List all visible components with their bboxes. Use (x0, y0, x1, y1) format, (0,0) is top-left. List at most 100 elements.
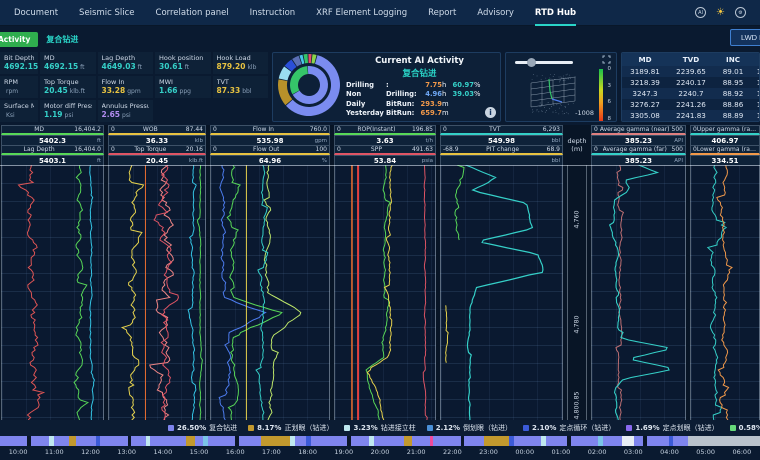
timeline-segment (374, 436, 405, 446)
legend-item: 8.17% 正划眼（钻进） (248, 423, 333, 433)
table-row: 3333.38 2242.37 88.92 1 (622, 121, 759, 122)
top-nav: Document Seismic Slice Correlation panel In… (0, 0, 760, 26)
time-axis: 10:0011:0012:0013:0014:0015:0016:0017:00… (0, 446, 760, 458)
timeline-segment (433, 436, 460, 446)
depth-tick-label: 4,800.85 (574, 402, 581, 420)
metrics-panel: Bit Depth 4692.15ft RPM rpm Surface MSE … (0, 52, 268, 122)
ai-activity-title: Current AI Activity (342, 56, 497, 66)
legend-item: 1.69% 定点划眼（钻进） (626, 423, 718, 433)
time-axis-label: 00:00 (507, 448, 543, 456)
time-axis-label: 18:00 (290, 448, 326, 456)
survey-table-body: 3189.81 2239.65 89.01 1 3218.39 2240.17 … (622, 66, 759, 122)
view-slider[interactable] (515, 61, 573, 64)
activity-legend: 26.50% 复合钻进 8.17% 正划眼（钻进） 3.23% 钻进接立柱 2.… (0, 420, 760, 436)
timeline-segment (31, 436, 49, 446)
rtd-hub-dashboard: Document Seismic Slice Correlation panel In… (0, 0, 760, 460)
log-track: 0TVT6,293 549.98bbl -68.9PIT change68.9 … (440, 125, 563, 420)
info-icon[interactable]: i (485, 107, 496, 118)
activity-badge: Activity (0, 32, 38, 47)
menu-item[interactable]: Document (14, 0, 58, 26)
metrics-clipped-column: Bit Depth 4692.15ft RPM rpm Surface MSE … (0, 52, 38, 122)
menu-item[interactable]: Advisory (477, 0, 514, 26)
menu-item[interactable]: Report (428, 0, 456, 26)
depth-color-scale (599, 69, 603, 121)
log-track: 0Upper gamma (raw) 406.97 0Lower gamma (… (690, 125, 760, 420)
log-tracks-area: MD16,404.2 5402.3ft Lag Depth16,404.0 54… (0, 125, 760, 420)
track-plot[interactable] (108, 165, 206, 420)
log-track: 0ROP(Instant)196.85 3.63t/h 0SPP491.63 5… (334, 125, 436, 420)
legend-item: 2.10% 定点循环（钻进） (523, 423, 615, 433)
current-mode-label: 复合钻进 (46, 34, 78, 45)
timeline-segment (404, 436, 411, 446)
track-header: 0Average gamma (near)500 385.23API 0Aver… (591, 125, 686, 165)
metric-tile: Top Torque 20.45klb.ft (40, 76, 96, 98)
timeline-segment (69, 436, 76, 446)
metric-tile: RPM rpm (0, 76, 38, 98)
time-axis-label: 23:00 (470, 448, 506, 456)
gamma-tracks: 0Average gamma (near)500 385.23API 0Aver… (591, 125, 760, 420)
menu-item[interactable]: XRF Element Logging (316, 0, 407, 26)
activity-donut (276, 52, 342, 122)
menu-item[interactable]: Instruction (250, 0, 296, 26)
legend-color-swatch (427, 425, 433, 431)
time-axis-label: 03:00 (615, 448, 651, 456)
timeline-segment (571, 436, 598, 446)
track-header: 0Flow In760.0 535.98gpm 0Flow Out100 64.… (210, 125, 330, 165)
main-menu: Document Seismic Slice Correlation panel In… (14, 0, 514, 26)
timeline-segment (484, 436, 509, 446)
time-axis-label: 19:00 (326, 448, 362, 456)
ai-activity-mode: 复合钻进 (342, 67, 497, 79)
timeline-segment (76, 436, 96, 446)
ai-assistant-icon[interactable]: AI (695, 7, 706, 18)
legend-color-swatch (730, 425, 736, 431)
track-plot[interactable] (334, 165, 436, 420)
table-row: 3189.81 2239.65 89.01 1 (622, 66, 759, 77)
timeline-segment (622, 436, 635, 446)
metric-tile: Flow In 33.28gpm (98, 76, 154, 98)
table-row: 3218.39 2240.17 88.95 1 (622, 77, 759, 88)
settings-gear-icon[interactable]: ⚙ (735, 7, 746, 18)
log-track: 0Flow In760.0 535.98gpm 0Flow Out100 64.… (210, 125, 330, 420)
menu-item-rtd-hub[interactable]: RTD Hub (535, 0, 576, 26)
timeline-segment (351, 436, 369, 446)
legend-color-swatch (248, 425, 254, 431)
menu-item[interactable]: Seismic Slice (79, 0, 134, 26)
timeline-segment (603, 436, 621, 446)
timeline-segment (131, 436, 145, 446)
drilling-tracks: MD16,404.2 5402.3ft Lag Depth16,404.0 54… (1, 125, 563, 420)
timeline-segment (464, 436, 484, 446)
slider-thumb[interactable] (527, 58, 536, 67)
time-axis-label: 02:00 (579, 448, 615, 456)
timeline-segment (208, 436, 235, 446)
legend-color-swatch (523, 425, 529, 431)
time-axis-label: 01:00 (543, 448, 579, 456)
time-axis-label: 06:00 (724, 448, 760, 456)
track-plot[interactable] (440, 165, 563, 420)
theme-sun-icon[interactable]: ☀ (716, 7, 725, 18)
time-axis-label: 15:00 (181, 448, 217, 456)
metric-tile: Motor diff Pressure 1.19psi (40, 100, 96, 122)
metric-tile: Hook Load 879.20klb (213, 52, 269, 74)
table-row: 3305.08 2241.83 88.89 1 (622, 110, 759, 121)
timeline-segment (412, 436, 430, 446)
survey-table-header: MD TVD INC (622, 53, 759, 66)
track-header: 0ROP(Instant)196.85 3.63t/h 0SPP491.63 5… (334, 125, 436, 165)
timeline-segment (295, 436, 306, 446)
metric-tile: Surface MSE Ksi (0, 100, 38, 122)
track-plot[interactable] (690, 165, 760, 420)
time-axis-label: 12:00 (72, 448, 108, 456)
depth-tick-label: 4,780 (574, 315, 581, 333)
timeline-segment (688, 436, 760, 446)
track-plot[interactable] (210, 165, 330, 420)
track-plot[interactable] (1, 165, 104, 420)
metric-tile: Annulus Pressure... 2.65psi (98, 100, 154, 122)
track-header: 0TVT6,293 549.98bbl -68.9PIT change68.9 … (440, 125, 563, 165)
menu-item[interactable]: Correlation panel (156, 0, 229, 26)
timeline-segment (150, 436, 186, 446)
table-row: 3276.27 2241.26 88.86 1 (622, 99, 759, 110)
track-plot[interactable] (591, 165, 686, 420)
lwd-data-button[interactable]: LWD Data (730, 29, 760, 46)
legend-item: 3.23% 钻进接立柱 (344, 423, 415, 433)
ai-activity-panel: Current AI Activity 复合钻进 Drilling:7.75h6… (272, 52, 501, 122)
fullscreen-icon[interactable] (602, 55, 611, 64)
